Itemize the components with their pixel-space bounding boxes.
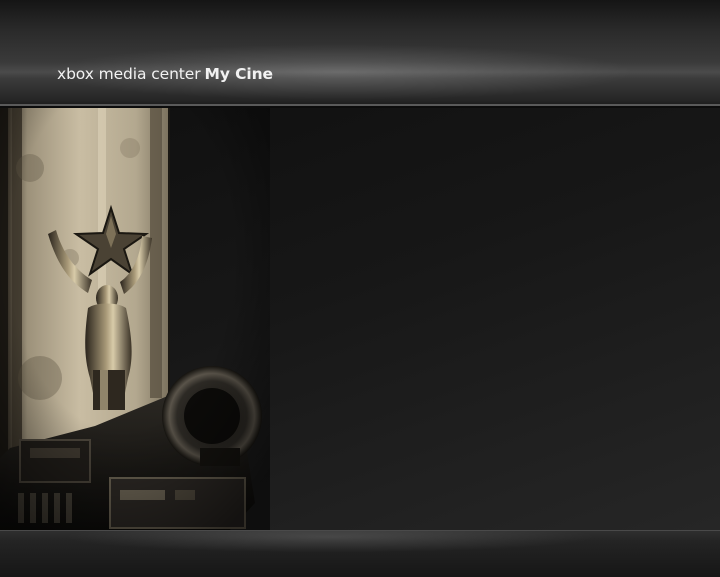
section-title: My Cine bbox=[204, 65, 274, 83]
content-area bbox=[0, 108, 720, 530]
app-name: xbox media center bbox=[57, 65, 201, 83]
header-bar: xbox media center My Cine bbox=[0, 0, 720, 106]
page-title: xbox media center My Cine bbox=[57, 64, 273, 84]
footer-bar bbox=[0, 530, 720, 577]
hero-image bbox=[0, 108, 270, 530]
